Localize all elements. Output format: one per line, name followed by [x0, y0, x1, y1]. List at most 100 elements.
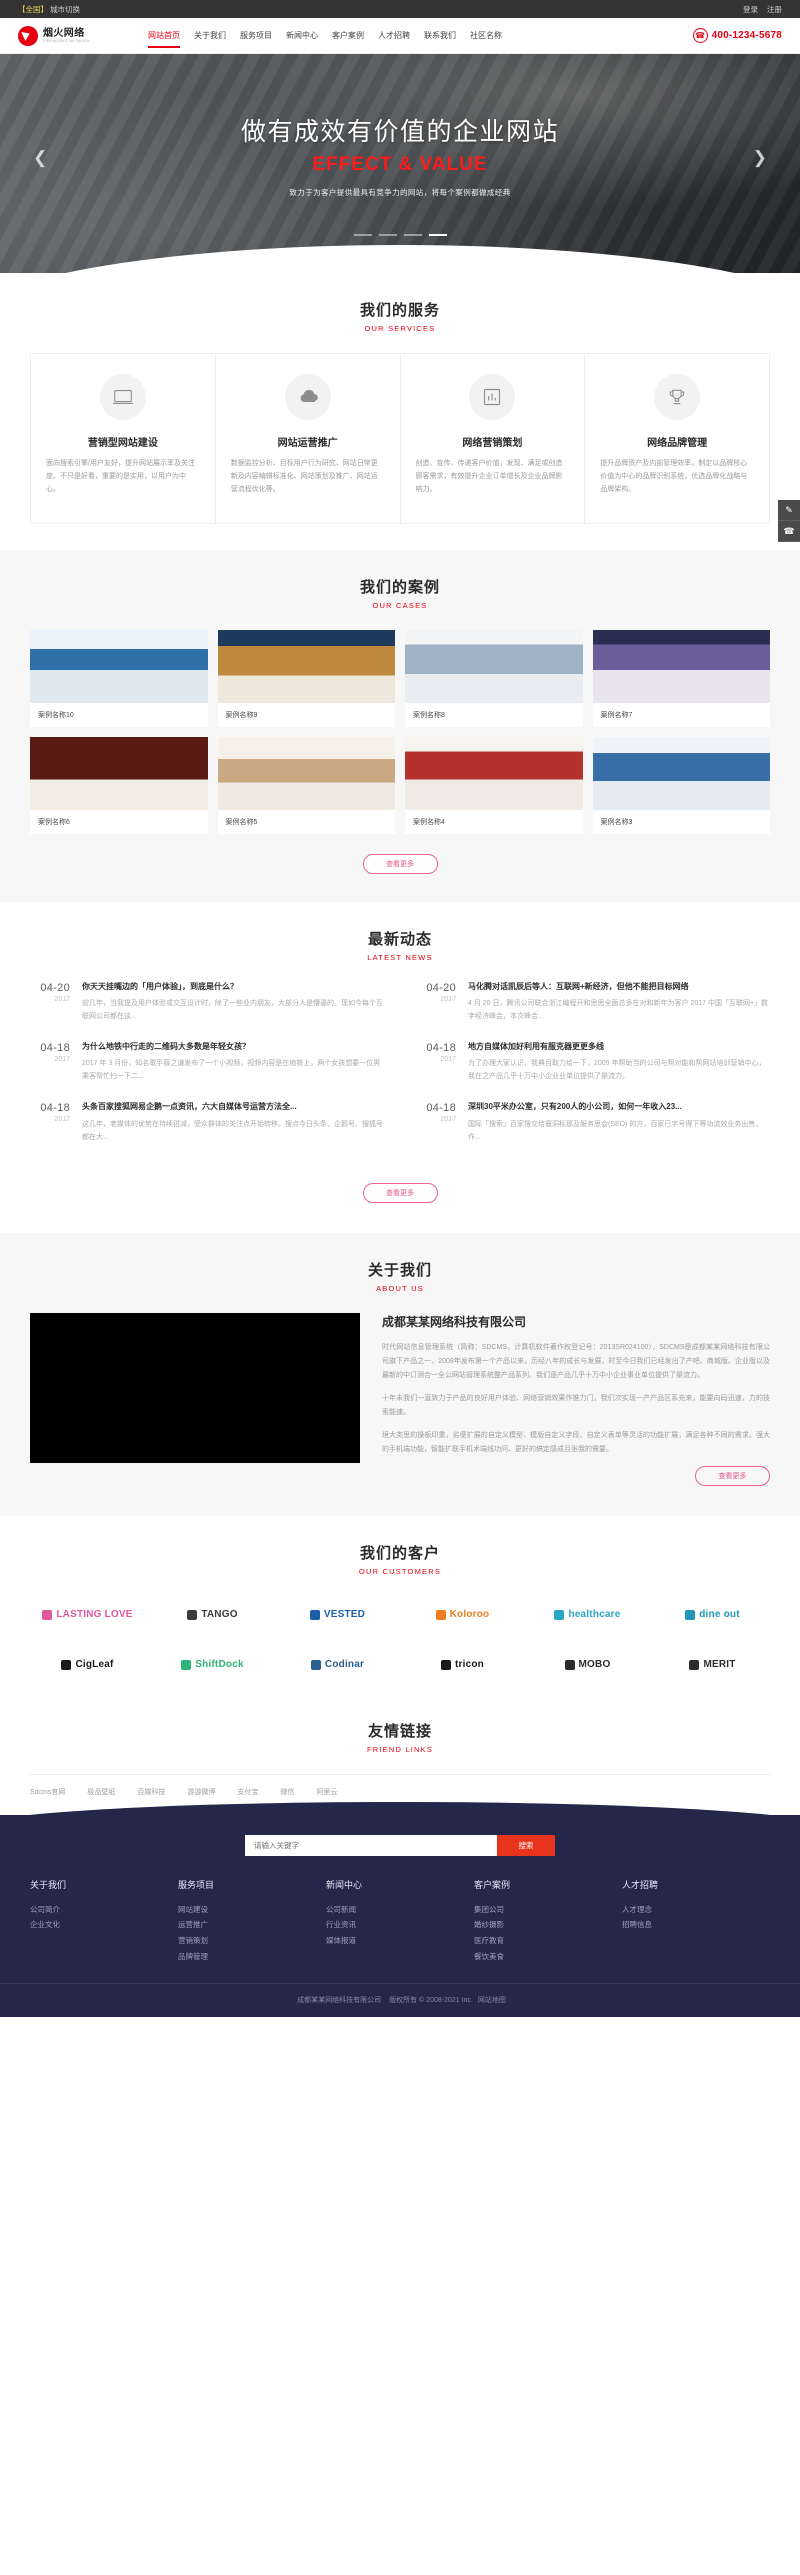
footer-link[interactable]: 餐饮美食: [474, 1949, 622, 1965]
customer-logo-6[interactable]: CigLeaf: [30, 1646, 145, 1684]
service-card-2[interactable]: 网络营销策划 创造、宣传、传递客户价值，发现、满足或创造顾客需求，有效提升企业订单…: [401, 354, 586, 523]
nav-item-3[interactable]: 新闻中心: [279, 18, 325, 54]
footer-link[interactable]: 招聘信息: [622, 1917, 770, 1933]
news-more-button[interactable]: 查看更多: [362, 1182, 438, 1203]
friend-link-1[interactable]: 极品壁纸: [87, 1787, 115, 1797]
friend-link-2[interactable]: 百媒科技: [137, 1787, 165, 1797]
service-card-3[interactable]: 网络品牌管理 提升品牌资产及内部管理效率，制定以品牌核心价值为中心的品牌识别系统，…: [585, 354, 769, 523]
service-description: 数据监控分析、目标用户行为研究、网站日常更新及内容编辑标准化、网站策划及推广、网…: [230, 460, 378, 493]
case-card-5[interactable]: 案例名称5: [217, 736, 395, 834]
search-input[interactable]: [245, 1834, 497, 1856]
case-card-2[interactable]: 案例名称8: [405, 629, 583, 727]
about-more-button[interactable]: 查看更多: [695, 1465, 770, 1486]
nav-item-1[interactable]: 关于我们: [187, 18, 233, 54]
customer-logo-2[interactable]: VESTED: [280, 1596, 395, 1634]
footer-link[interactable]: 行业资讯: [326, 1917, 474, 1933]
nav-item-0[interactable]: 网站首页: [141, 18, 187, 54]
nav-item-6[interactable]: 联系我们: [417, 18, 463, 54]
nav-item-5[interactable]: 人才招聘: [371, 18, 417, 54]
city-switcher[interactable]: 【全国】 城市切换: [18, 4, 80, 15]
nav-item-4[interactable]: 客户案例: [325, 18, 371, 54]
news-title[interactable]: 头条百家搜狐网易企鹅一点资讯，六大自媒体号运营方法全...: [82, 1102, 384, 1112]
customer-logo-11[interactable]: MERIT: [655, 1646, 770, 1684]
case-card-6[interactable]: 案例名称4: [405, 736, 583, 834]
butterfly-icon: [42, 1609, 53, 1620]
friend-link-6[interactable]: 阿里云: [316, 1787, 337, 1797]
about-video-player[interactable]: [30, 1312, 360, 1463]
nav-item-7[interactable]: 社区名称: [463, 18, 509, 54]
login-link[interactable]: 登录: [743, 4, 758, 15]
customer-logo-9[interactable]: tricon: [405, 1646, 520, 1684]
footer-link[interactable]: 营销策划: [178, 1933, 326, 1949]
news-title[interactable]: 马化腾对话凯辰后等人：互联网+新经济，但他不能把目标网络: [468, 982, 770, 992]
footer-link[interactable]: 运营推广: [178, 1917, 326, 1933]
plate-icon: [685, 1609, 696, 1620]
logo[interactable]: 烟火网络 FIREWORKS NETWORK: [18, 25, 133, 46]
case-card-1[interactable]: 案例名称9: [217, 629, 395, 727]
news-item[interactable]: 04-20 2017 马化腾对话凯辰后等人：互联网+新经济，但他不能把目标网络 4 月…: [416, 982, 770, 1024]
message-icon[interactable]: ✎: [778, 500, 800, 521]
customer-logo-4[interactable]: healthcare: [530, 1596, 645, 1634]
news-item[interactable]: 04-18 2017 地方自媒体加好利用有服克器更更多线 为了办理大家认识，我典目取力…: [416, 1042, 770, 1084]
section-subtitle: OUR CASES: [372, 600, 428, 610]
news-item[interactable]: 04-18 2017 深圳30平米办公室，只有200人的小公司，如何一年收入23..…: [416, 1102, 770, 1144]
news-excerpt: 国际「搜索」百家搜交给寰洞标那及服务思会(SEO) 的方，百家已字号得下等功流效…: [468, 1120, 763, 1141]
footer-link[interactable]: 公司简介: [30, 1902, 178, 1918]
news-item[interactable]: 04-20 2017 你天天挂嘴边的「用户体验」，到底是什么？ 前几年，当我提及用户体…: [30, 982, 384, 1024]
news-title[interactable]: 为什么地铁中行走的二维码大多数是年轻女孩？: [82, 1042, 384, 1052]
customer-logo-7[interactable]: ShiftDock: [155, 1646, 270, 1684]
friend-link-3[interactable]: 游游微博: [187, 1787, 215, 1797]
customer-logo-8[interactable]: Codinar: [280, 1646, 395, 1684]
hero-dot-0[interactable]: [353, 233, 372, 236]
service-card-0[interactable]: 营销型网站建设 面向搜索引擎/用户友好，提升网站展示率及关注度。不只是好看，重要的…: [31, 354, 216, 523]
customer-logo-3[interactable]: Koloroo: [405, 1596, 520, 1634]
case-label: 案例名称8: [413, 711, 445, 719]
case-card-7[interactable]: 案例名称3: [592, 736, 770, 834]
sitemap-link[interactable]: 网站地图: [478, 1997, 506, 2004]
footer-link[interactable]: 网站建设: [178, 1902, 326, 1918]
search-button[interactable]: 搜索: [497, 1834, 555, 1856]
chevron-left-icon[interactable]: ❮: [33, 148, 47, 168]
hero-dot-3[interactable]: [428, 233, 447, 236]
footer-link[interactable]: 企业文化: [30, 1917, 178, 1933]
friend-links-section: 友情链接 FRIEND LINKS Sdcms官网 极品壁纸 百媒科技 游游微博 支付宝…: [0, 1710, 800, 1815]
hero-dot-2[interactable]: [403, 233, 422, 236]
case-card-3[interactable]: 案例名称7: [592, 629, 770, 727]
customer-logo-10[interactable]: MOBO: [530, 1646, 645, 1684]
register-link[interactable]: 注册: [767, 4, 782, 15]
case-thumbnail: [217, 736, 395, 810]
footer-link[interactable]: 人才理念: [622, 1902, 770, 1918]
news-title[interactable]: 深圳30平米办公室，只有200人的小公司，如何一年收入23...: [468, 1102, 770, 1112]
cases-more-button[interactable]: 查看更多: [362, 853, 438, 874]
customer-name: VESTED: [323, 1609, 366, 1621]
customer-logo-0[interactable]: LASTING LOVE: [30, 1596, 145, 1634]
hero-dot-1[interactable]: [378, 233, 397, 236]
footer-link[interactable]: 品牌管理: [178, 1949, 326, 1965]
footer-link[interactable]: 公司新闻: [326, 1902, 474, 1918]
customer-name: tricon: [455, 1659, 484, 1671]
footer-link[interactable]: 集团公司: [474, 1902, 622, 1918]
customer-logo-1[interactable]: TANGO: [155, 1596, 270, 1634]
case-card-4[interactable]: 案例名称6: [30, 736, 208, 834]
service-card-1[interactable]: 网站运营推广 数据监控分析、目标用户行为研究、网站日常更新及内容编辑标准化、网站策…: [216, 354, 401, 523]
news-title[interactable]: 地方自媒体加好利用有服克器更更多线: [468, 1042, 770, 1052]
friend-link-0[interactable]: Sdcms官网: [30, 1787, 65, 1797]
news-item[interactable]: 04-18 2017 为什么地铁中行走的二维码大多数是年轻女孩？ 2017 年 3 月…: [30, 1042, 384, 1084]
footer-copyright: 成都某某网络科技有限公司 版权所有 © 2008-2021 Inc. 网站地图: [0, 1982, 800, 2017]
news-title[interactable]: 你天天挂嘴边的「用户体验」，到底是什么？: [82, 982, 384, 992]
cases-container: 案例名称10 案例名称9 案例名称8 案例名称7 案例名称6 案例名称5 案例名称4 案例名称…: [30, 629, 770, 874]
friend-link-4[interactable]: 支付宝: [237, 1787, 258, 1797]
chevron-right-icon[interactable]: ❯: [753, 148, 767, 168]
footer-link[interactable]: 媒体报道: [326, 1933, 474, 1949]
nav-item-2[interactable]: 服务项目: [233, 18, 279, 54]
phone-icon[interactable]: ☎: [778, 521, 800, 542]
footer-column-heading: 关于我们: [30, 1879, 67, 1890]
news-item[interactable]: 04-18 2017 头条百家搜狐网易企鹅一点资讯，六大自媒体号运营方法全... 这几…: [30, 1102, 384, 1144]
friend-link-5[interactable]: 微信: [280, 1787, 294, 1797]
case-card-0[interactable]: 案例名称10: [30, 629, 208, 727]
footer-link[interactable]: 医疗教育: [474, 1933, 622, 1949]
customer-logo-5[interactable]: dine out: [655, 1596, 770, 1634]
about-paragraph: 境大类思的操板印重，劣便扩展的自定义模型、模版自定义字段、自定义表单等灵活的功能…: [382, 1431, 770, 1453]
news-year: 2017: [54, 995, 70, 1003]
footer-link[interactable]: 婚纱摄影: [474, 1917, 622, 1933]
